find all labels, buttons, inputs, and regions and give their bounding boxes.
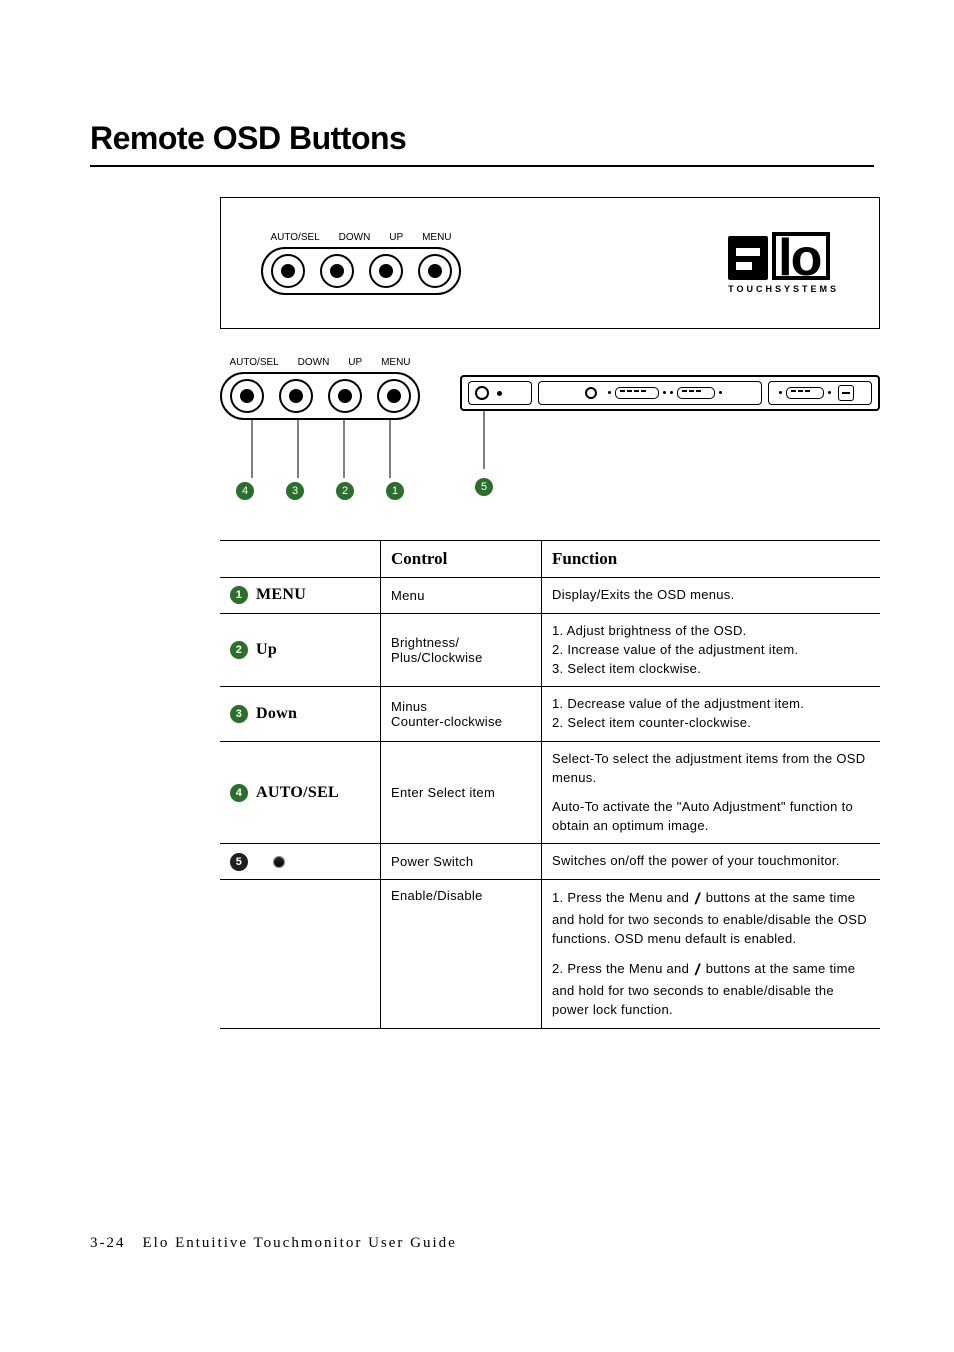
elo-lo-icon: lo bbox=[772, 232, 830, 280]
remote-icon bbox=[261, 247, 461, 295]
label-menu: MENU bbox=[381, 357, 410, 368]
function-enable: 1. Press the Menu and / buttons at the s… bbox=[542, 880, 881, 1029]
label-down: DOWN bbox=[298, 357, 330, 368]
function-autosel-a: Select-To select the adjustment items fr… bbox=[552, 750, 870, 788]
function-up: 1. Adjust brightness of the OSD. 2. Incr… bbox=[542, 613, 881, 687]
row-label-autosel: AUTO/SEL bbox=[256, 784, 339, 802]
table-row: 4 AUTO/SEL Enter Select item Select-To se… bbox=[220, 742, 880, 844]
table-row: 5 Power Switch Switches on/off the power… bbox=[220, 844, 880, 880]
label-menu: MENU bbox=[422, 232, 451, 243]
figure-remote-callouts: AUTO/SEL DOWN UP MENU bbox=[220, 357, 880, 500]
control-power: Power Switch bbox=[381, 844, 542, 880]
table-row: 3 Down Minus Counter-clockwise 1. Decreas… bbox=[220, 687, 880, 742]
remote-button-icon bbox=[230, 379, 264, 413]
badge-1: 1 bbox=[230, 586, 248, 604]
label-up: UP bbox=[348, 357, 362, 368]
function-autosel: Select-To select the adjustment items fr… bbox=[542, 742, 881, 844]
callout-badge-2: 2 bbox=[336, 482, 354, 500]
remote-button-labels: AUTO/SEL DOWN UP MENU bbox=[220, 357, 420, 368]
figure-remote-and-logo: AUTO/SEL DOWN UP MENU lo TOUCHSYSTEMS bbox=[220, 197, 880, 329]
remote-button-icon bbox=[279, 379, 313, 413]
row-label-down: Down bbox=[256, 705, 297, 723]
table-header-empty bbox=[220, 541, 381, 578]
remote-button-icon bbox=[320, 254, 354, 288]
enable-text-1a: 1. Press the Menu and bbox=[552, 890, 693, 905]
badge-2: 2 bbox=[230, 641, 248, 659]
row-label-menu: MENU bbox=[256, 586, 306, 604]
label-auto-sel: AUTO/SEL bbox=[270, 232, 319, 243]
callout-badge-4: 4 bbox=[236, 482, 254, 500]
callout-line-5-icon bbox=[460, 409, 520, 487]
control-autosel: Enter Select item bbox=[381, 742, 542, 844]
table-row: Enable/Disable 1. Press the Menu and / b… bbox=[220, 880, 880, 1029]
control-up: Brightness/ Plus/Clockwise bbox=[381, 613, 542, 687]
row-label-up: Up bbox=[256, 641, 277, 659]
function-menu: Display/Exits the OSD menus. bbox=[542, 578, 881, 614]
badge-5: 5 bbox=[230, 853, 248, 871]
function-autosel-b: Auto-To activate the "Auto Adjustment" f… bbox=[552, 798, 870, 836]
table-header-control: Control bbox=[381, 541, 542, 578]
monitor-bottom-panel-icon bbox=[460, 375, 880, 411]
callout-badge-5: 5 bbox=[475, 478, 493, 496]
remote-button-icon bbox=[377, 379, 411, 413]
badge-4: 4 bbox=[230, 784, 248, 802]
slash-icon: / bbox=[695, 959, 700, 982]
remote-button-icon bbox=[369, 254, 403, 288]
slash-icon: / bbox=[695, 888, 700, 911]
power-led-icon bbox=[273, 856, 285, 868]
page-title: Remote OSD Buttons bbox=[90, 120, 874, 157]
label-down: DOWN bbox=[339, 232, 371, 243]
function-power: Switches on/off the power of your touchm… bbox=[542, 844, 881, 880]
table-header-function: Function bbox=[542, 541, 881, 578]
label-auto-sel: AUTO/SEL bbox=[229, 357, 278, 368]
badge-3: 3 bbox=[230, 705, 248, 723]
function-down: 1. Decrease value of the adjustment item… bbox=[542, 687, 881, 742]
enable-text-2a: 2. Press the Menu and bbox=[552, 961, 693, 976]
callout-badge-1: 1 bbox=[386, 482, 404, 500]
remote-button-icon bbox=[418, 254, 452, 288]
table-row: 2 Up Brightness/ Plus/Clockwise 1. Adjust… bbox=[220, 613, 880, 687]
elo-logo: lo TOUCHSYSTEMS bbox=[728, 232, 839, 294]
remote-button-icon bbox=[328, 379, 362, 413]
remote-icon bbox=[220, 372, 420, 420]
elo-logo-sub: TOUCHSYSTEMS bbox=[728, 284, 839, 294]
page-footer: 3-24 Elo Entuitive Touchmonitor User Gui… bbox=[90, 1235, 457, 1252]
control-enable: Enable/Disable bbox=[381, 880, 542, 1029]
remote-button-icon bbox=[271, 254, 305, 288]
control-menu: Menu bbox=[381, 578, 542, 614]
remote-button-labels: AUTO/SEL DOWN UP MENU bbox=[261, 232, 461, 243]
controls-table: Control Function 1 MENU Menu Display/Exit… bbox=[220, 540, 880, 1029]
title-rule bbox=[90, 165, 874, 167]
callout-badge-3: 3 bbox=[286, 482, 304, 500]
table-row: 1 MENU Menu Display/Exits the OSD menus. bbox=[220, 578, 880, 614]
elo-e-icon bbox=[728, 236, 768, 280]
remote-box: AUTO/SEL DOWN UP MENU bbox=[261, 232, 461, 295]
control-down: Minus Counter-clockwise bbox=[381, 687, 542, 742]
label-up: UP bbox=[389, 232, 403, 243]
